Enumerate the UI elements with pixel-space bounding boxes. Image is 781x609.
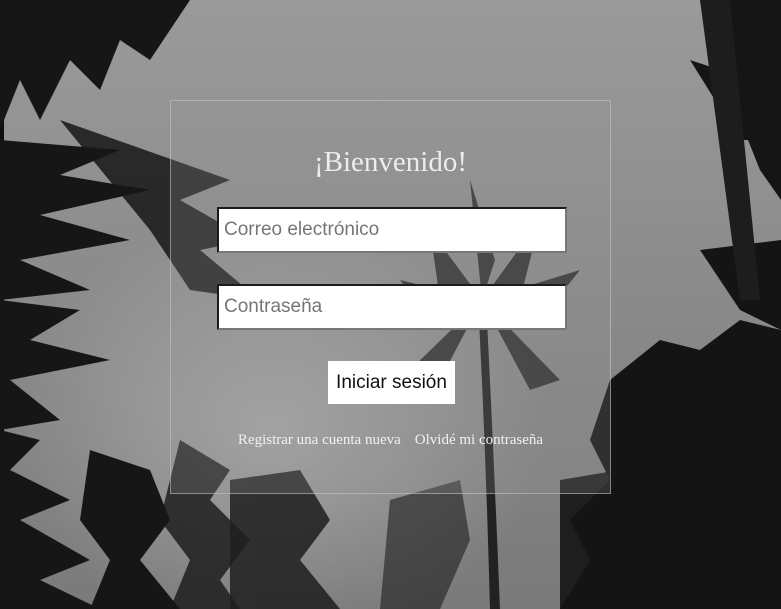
welcome-title: ¡Bienvenido! (313, 146, 467, 178)
register-link[interactable]: Registrar una cuenta nueva (238, 432, 401, 448)
email-field[interactable] (217, 207, 567, 253)
auth-links: Registrar una cuenta nueva Olvidé mi cont… (171, 432, 610, 449)
password-field[interactable] (217, 284, 567, 330)
login-button[interactable]: Iniciar sesión (328, 361, 455, 404)
login-card: ¡Bienvenido! Iniciar sesión Registrar un… (170, 100, 611, 494)
forgot-password-link[interactable]: Olvidé mi contraseña (415, 432, 543, 448)
